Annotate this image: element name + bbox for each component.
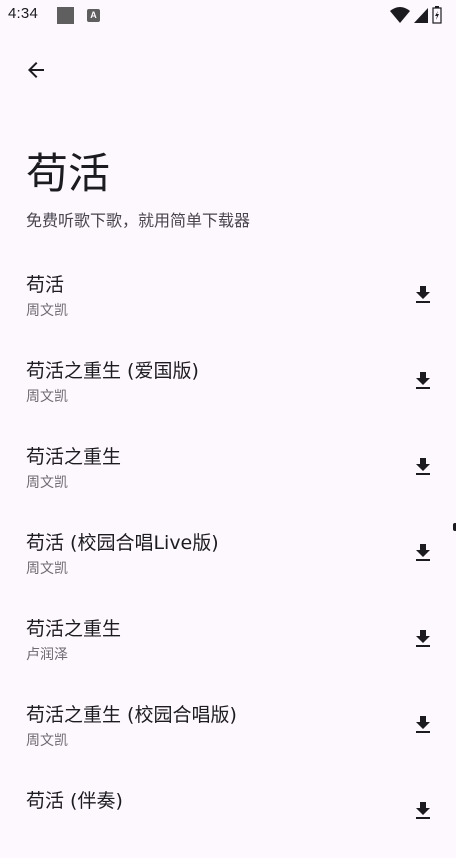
song-artist: 周文凯 — [26, 561, 68, 577]
song-list-item[interactable]: 苟活 (伴奏) — [0, 772, 456, 858]
download-icon — [416, 372, 430, 389]
song-artist: 卢润泽 — [26, 647, 68, 663]
song-title: 苟活 (伴奏) — [26, 790, 123, 812]
text-a-icon: A — [87, 9, 100, 22]
song-list-item[interactable]: 苟活之重生 卢润泽 — [0, 600, 456, 686]
download-button[interactable] — [404, 620, 442, 658]
cell-signal-icon — [414, 8, 428, 23]
song-list: 苟活 周文凯 苟活之重生 (爱国版) 周文凯 苟活之重生 周文凯 苟活 (校园合… — [0, 256, 456, 858]
battery-icon — [432, 6, 442, 24]
download-button[interactable] — [404, 448, 442, 486]
song-artist: 周文凯 — [26, 733, 68, 749]
download-button[interactable] — [404, 276, 442, 314]
song-list-item[interactable]: 苟活之重生 (爱国版) 周文凯 — [0, 342, 456, 428]
arrow-left-icon — [28, 62, 44, 78]
status-icons — [390, 6, 450, 26]
back-button[interactable] — [16, 50, 56, 90]
song-title: 苟活 (校园合唱Live版) — [26, 532, 219, 554]
download-icon — [416, 544, 430, 561]
song-title: 苟活之重生 — [26, 618, 122, 640]
song-list-item[interactable]: 苟活 周文凯 — [0, 256, 456, 342]
song-list-item[interactable]: 苟活 (校园合唱Live版) 周文凯 — [0, 514, 456, 600]
download-icon — [416, 286, 430, 303]
status-bar: 4:34 A — [0, 0, 456, 32]
page-title: 苟活 — [26, 149, 111, 198]
download-button[interactable] — [404, 534, 442, 572]
song-artist: 周文凯 — [26, 475, 68, 491]
song-title: 苟活之重生 — [26, 446, 122, 468]
download-button[interactable] — [404, 792, 442, 830]
wifi-icon — [390, 7, 410, 23]
page-subtitle: 免费听歌下歌，就用简单下载器 — [26, 211, 251, 230]
status-time: 4:34 — [8, 5, 38, 22]
download-icon — [416, 802, 430, 819]
gallery-icon — [57, 7, 74, 24]
song-list-item[interactable]: 苟活之重生 (校园合唱版) 周文凯 — [0, 686, 456, 772]
song-artist: 周文凯 — [26, 303, 68, 319]
song-list-item[interactable]: 苟活之重生 周文凯 — [0, 428, 456, 514]
song-title: 苟活 — [26, 274, 65, 296]
song-title: 苟活之重生 (爱国版) — [26, 360, 199, 382]
song-title: 苟活之重生 (校园合唱版) — [26, 704, 237, 726]
download-button[interactable] — [404, 706, 442, 744]
download-button[interactable] — [404, 362, 442, 400]
download-icon — [416, 716, 430, 733]
download-icon — [416, 458, 430, 475]
download-icon — [416, 630, 430, 647]
song-artist: 周文凯 — [26, 389, 68, 405]
